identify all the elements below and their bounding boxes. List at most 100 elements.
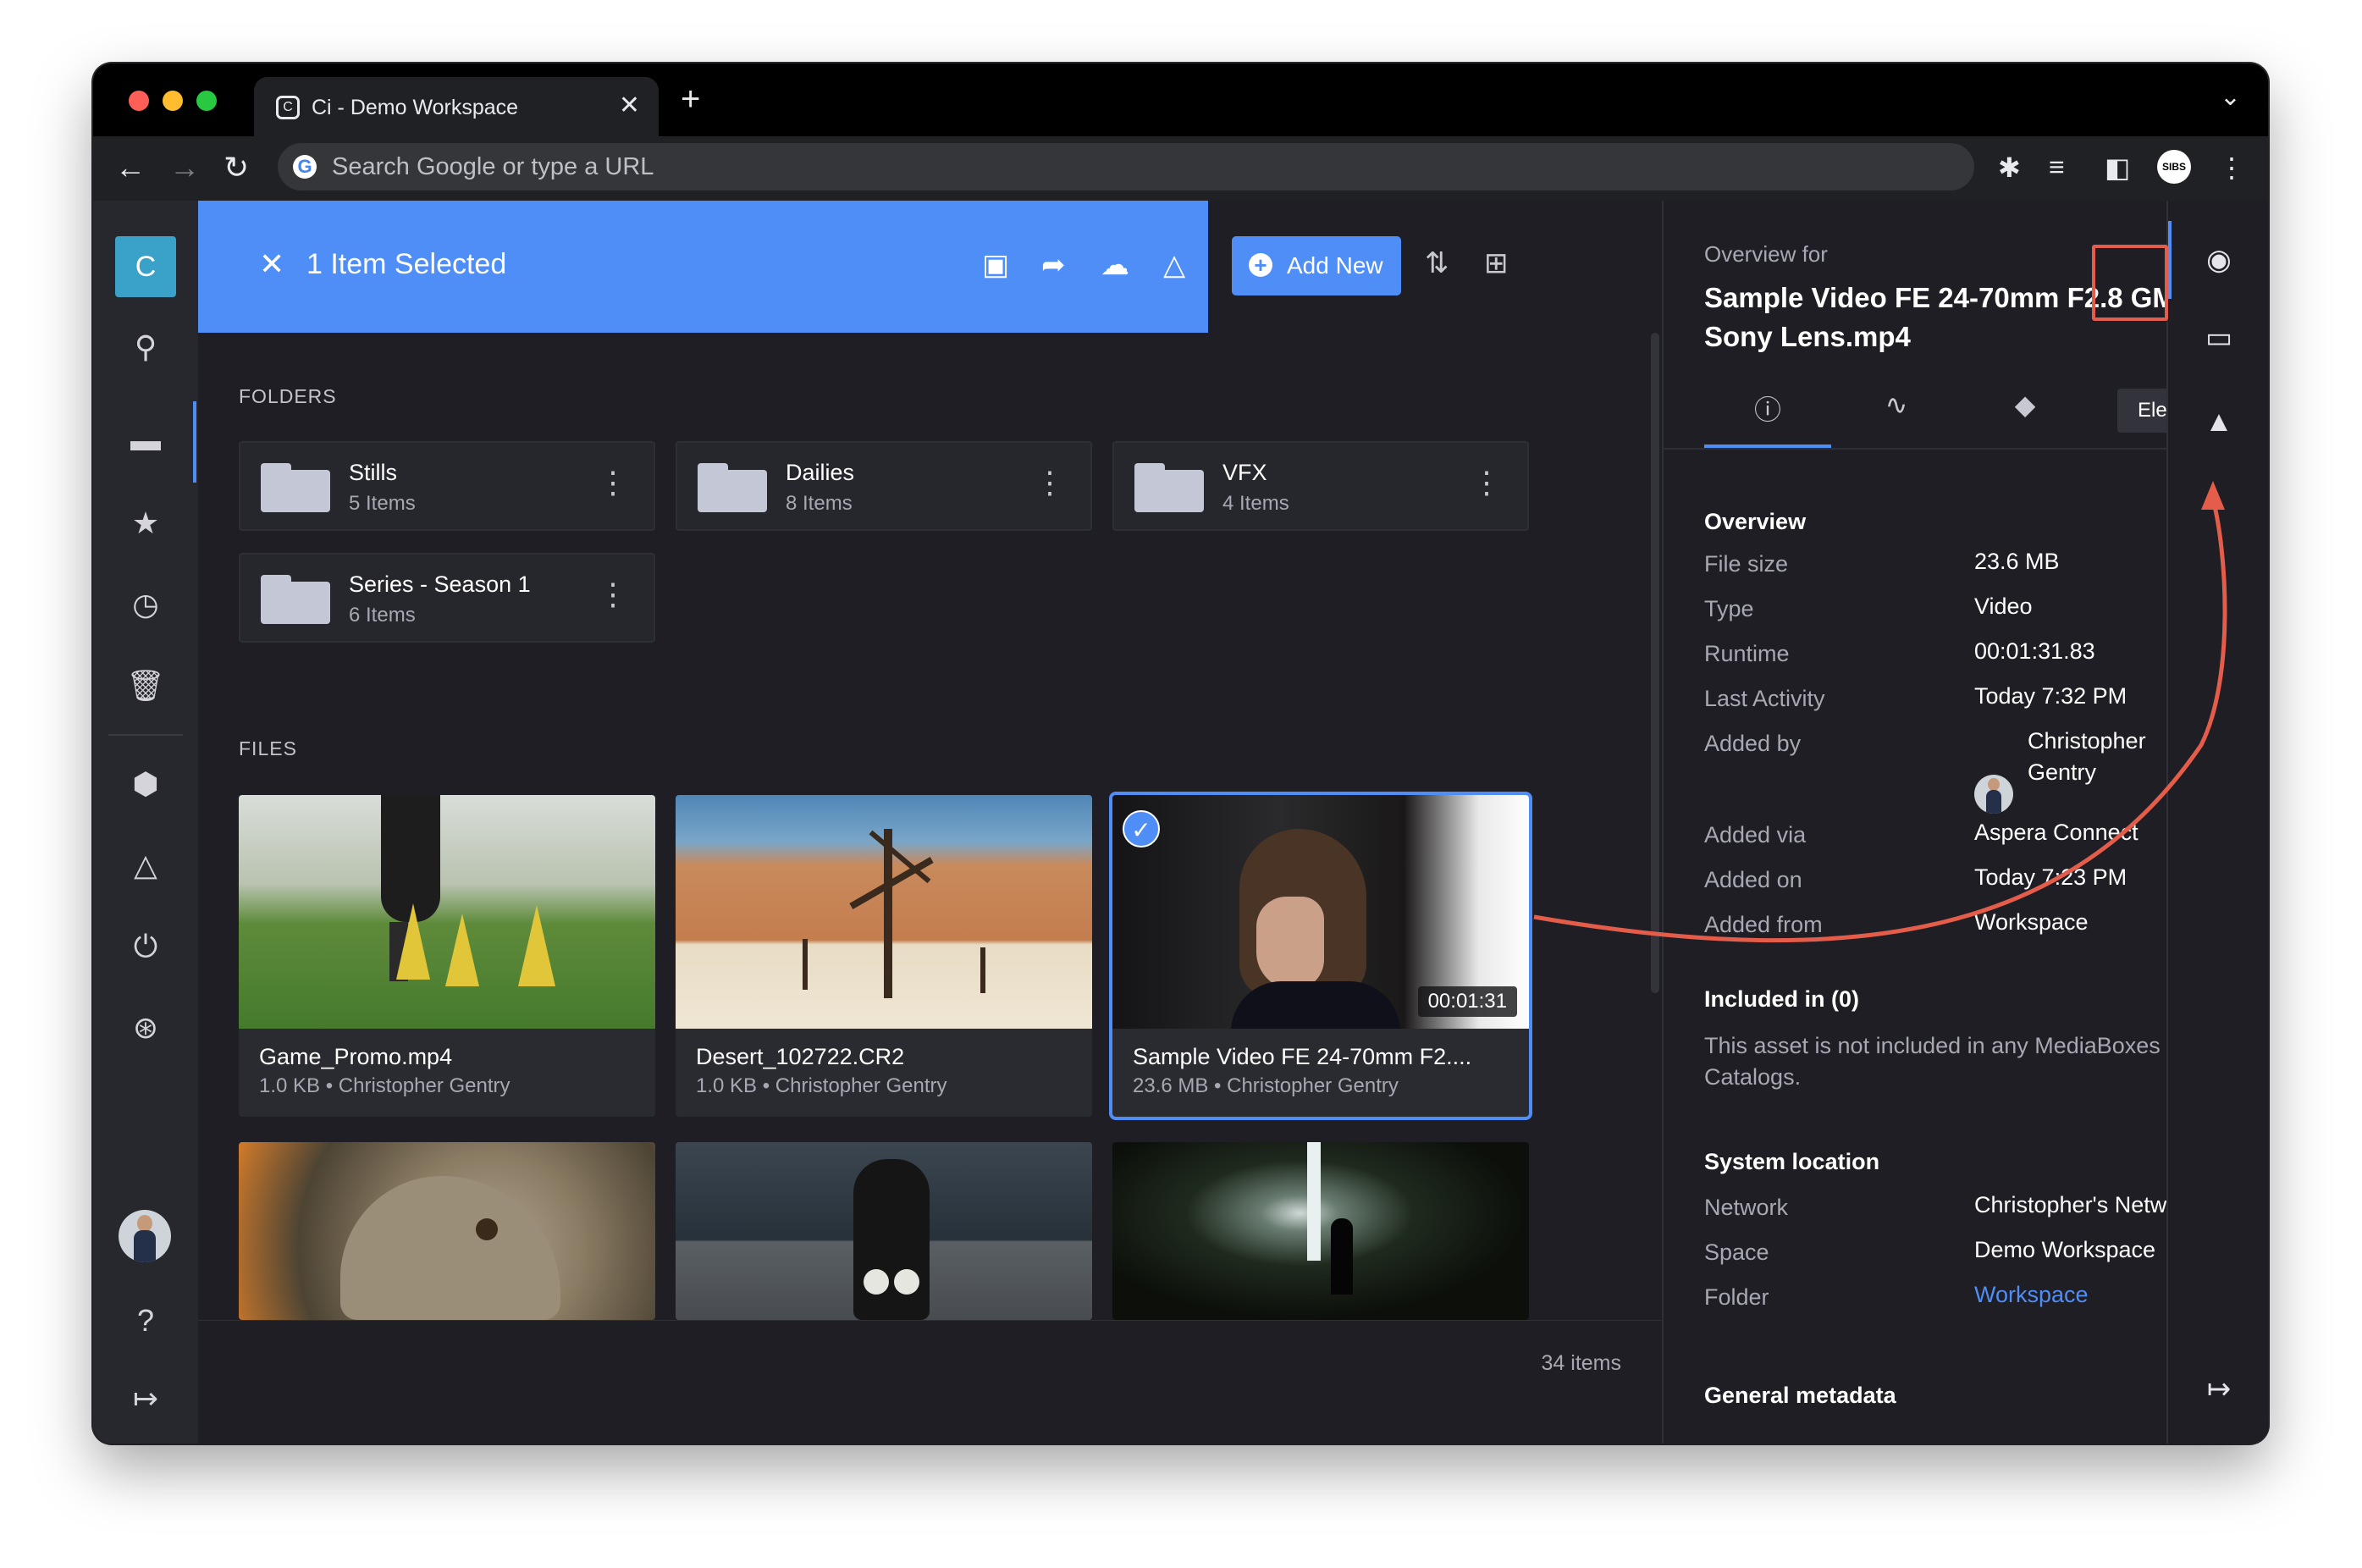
user-avatar[interactable] xyxy=(119,1210,171,1262)
overview-key: Added from xyxy=(1704,912,1823,937)
folder-link[interactable]: Workspace xyxy=(1974,1279,2089,1311)
waterfall xyxy=(1307,1142,1321,1261)
reading-list-icon[interactable]: ≡ xyxy=(2049,152,2065,183)
browser-tab[interactable]: C Ci - Demo Workspace ✕ xyxy=(254,77,659,136)
file-card[interactable]: Desert_102722.CR2 1.0 KB • Christopher G… xyxy=(676,795,1092,1117)
collapse-panel-icon[interactable]: ↦ xyxy=(2168,1372,2268,1406)
eye-icon[interactable]: ◉ xyxy=(2168,243,2268,277)
add-new-button[interactable]: + Add New xyxy=(1232,236,1401,295)
folders-header: FOLDERS xyxy=(239,385,337,407)
image-icon[interactable]: ▣ xyxy=(982,248,1009,282)
download-icon[interactable]: ⏻ xyxy=(93,929,198,965)
selected-check-icon[interactable]: ✓ xyxy=(1123,810,1160,847)
share-icon[interactable]: ➦ xyxy=(1041,248,1066,282)
omnibox[interactable]: G Search Google or type a URL xyxy=(278,143,1974,190)
overview-value: 00:01:31.83 xyxy=(1974,638,2095,664)
folder-icon xyxy=(261,463,330,512)
folder-icon[interactable]: ▬ xyxy=(93,422,198,458)
folder-card[interactable]: Dailies 8 Items ⋮ xyxy=(676,441,1092,531)
tab-strip: C Ci - Demo Workspace ✕ + ⌄ xyxy=(93,63,2268,136)
upload-cloud-icon[interactable]: △ xyxy=(1163,248,1185,282)
clock-icon[interactable]: ◷ xyxy=(93,587,198,622)
search-icon[interactable]: ⚲ xyxy=(93,329,198,365)
person-shoulder xyxy=(1231,981,1400,1029)
hiker-silhouette xyxy=(1331,1218,1353,1295)
elements-icon[interactable]: ▲ xyxy=(2168,406,2268,439)
overview-for-label: Overview for xyxy=(1704,241,1828,267)
file-card[interactable] xyxy=(239,1142,655,1320)
folder-card[interactable]: Series - Season 1 6 Items ⋮ xyxy=(239,553,655,643)
info-tab-icon[interactable]: ⓘ xyxy=(1704,389,1831,428)
grid-view-icon[interactable]: ⊞ xyxy=(1484,246,1509,280)
iguana-thumbnail xyxy=(239,1142,655,1320)
trash-icon[interactable]: 🗑 xyxy=(93,668,198,704)
reload-icon[interactable]: ↻ xyxy=(224,150,249,185)
box-icon[interactable]: ⬢ xyxy=(93,766,198,802)
included-section-header[interactable]: Included in (0) xyxy=(1704,986,1859,1013)
folder-icon xyxy=(698,463,767,512)
active-nav-indicator xyxy=(193,401,196,483)
file-card[interactable] xyxy=(1112,1142,1529,1320)
overview-value: 23.6 MB xyxy=(1974,549,2060,574)
logout-icon[interactable]: ↦ xyxy=(93,1381,198,1416)
browser-window: C Ci - Demo Workspace ✕ + ⌄ ← → ↻ G Sear… xyxy=(93,63,2268,1444)
side-panel-icon[interactable]: ◧ xyxy=(2105,152,2130,184)
browser-menu-icon[interactable]: ⋮ xyxy=(2218,152,2245,184)
ci-logo[interactable]: C xyxy=(115,236,176,297)
tree-trunk xyxy=(884,829,892,998)
forward-icon[interactable]: → xyxy=(169,150,200,185)
location-key: Folder xyxy=(1704,1284,1769,1310)
star-icon[interactable]: ★ xyxy=(93,505,198,541)
activity-tab-icon[interactable]: ∿ xyxy=(1833,389,1960,421)
elements-highlight-box xyxy=(2092,245,2168,321)
back-icon[interactable]: ← xyxy=(115,150,146,185)
overview-key: Added on xyxy=(1704,867,1802,892)
selection-bar: ✕ 1 Item Selected ▣ ➦ ☁ △ ⋮ xyxy=(198,201,1253,333)
tags-tab-icon[interactable]: ◆ xyxy=(1962,389,2089,421)
tab-close-button[interactable]: ✕ xyxy=(619,91,640,120)
file-name: Desert_102722.CR2 xyxy=(696,1044,905,1069)
cloud-icon[interactable]: △ xyxy=(93,847,198,883)
file-card[interactable]: Game_Promo.mp4 1.0 KB • Christopher Gent… xyxy=(239,795,655,1117)
folder-card[interactable]: Stills 5 Items ⋮ xyxy=(239,441,655,531)
overview-section-header[interactable]: Overview xyxy=(1704,509,1806,535)
file-card[interactable] xyxy=(676,1142,1092,1320)
cloud-download-icon[interactable]: ☁ xyxy=(1101,248,1129,282)
folder-name: VFX xyxy=(1222,460,1267,485)
profile-avatar[interactable]: SIBS xyxy=(2157,150,2191,184)
overview-value: Christopher Gentry xyxy=(2028,728,2146,785)
clear-selection-button[interactable]: ✕ xyxy=(259,246,284,282)
item-count: 34 items xyxy=(1541,1351,1621,1375)
tree-trunk xyxy=(803,939,808,990)
help-icon[interactable]: ? xyxy=(93,1303,198,1339)
waterfall-thumbnail xyxy=(1112,1142,1529,1320)
video-duration: 00:01:31 xyxy=(1417,986,1517,1017)
cone-icon xyxy=(518,905,555,986)
new-tab-button[interactable]: + xyxy=(681,80,700,119)
sort-icon[interactable]: ⇅ xyxy=(1425,246,1449,280)
file-thumbnail xyxy=(239,795,655,1029)
overview-key: Added by xyxy=(1704,731,1802,756)
overview-value: Workspace xyxy=(1974,909,2089,935)
folder-menu-icon[interactable]: ⋮ xyxy=(598,465,628,500)
app-root: C ⚲ ▬ ★ ◷ 🗑 ⬢ △ ⏻ ⊛ ? ↦ ✕ 1 Item Selecte… xyxy=(93,201,2268,1444)
folder-menu-icon[interactable]: ⋮ xyxy=(598,577,628,612)
file-card-selected[interactable]: ✓ 00:01:31 Sample Video FE 24-70mm F2...… xyxy=(1112,795,1529,1117)
close-window-button[interactable] xyxy=(129,91,149,111)
folder-menu-icon[interactable]: ⋮ xyxy=(1471,465,1502,500)
system-location-header[interactable]: System location xyxy=(1704,1149,1879,1175)
folder-menu-icon[interactable]: ⋮ xyxy=(1035,465,1065,500)
minimize-window-button[interactable] xyxy=(163,91,183,111)
folder-card[interactable]: VFX 4 Items ⋮ xyxy=(1112,441,1529,531)
general-metadata-header[interactable]: General metadata xyxy=(1704,1383,1896,1409)
overview-key: Runtime xyxy=(1704,641,1790,666)
tab-search-chevron-icon[interactable]: ⌄ xyxy=(2220,82,2241,112)
extensions-icon[interactable]: ✱ xyxy=(1998,152,2021,184)
content-scrollbar[interactable] xyxy=(1651,333,1659,993)
target-icon[interactable]: ⊛ xyxy=(93,1010,198,1046)
maximize-window-button[interactable] xyxy=(196,91,217,111)
browser-content: FOLDERS Stills 5 Items ⋮ Dailies 8 Items… xyxy=(198,333,1662,1320)
file-thumbnail xyxy=(676,795,1092,1029)
folder-count: 4 Items xyxy=(1222,492,1289,515)
comment-icon[interactable]: ▭ xyxy=(2168,321,2268,355)
